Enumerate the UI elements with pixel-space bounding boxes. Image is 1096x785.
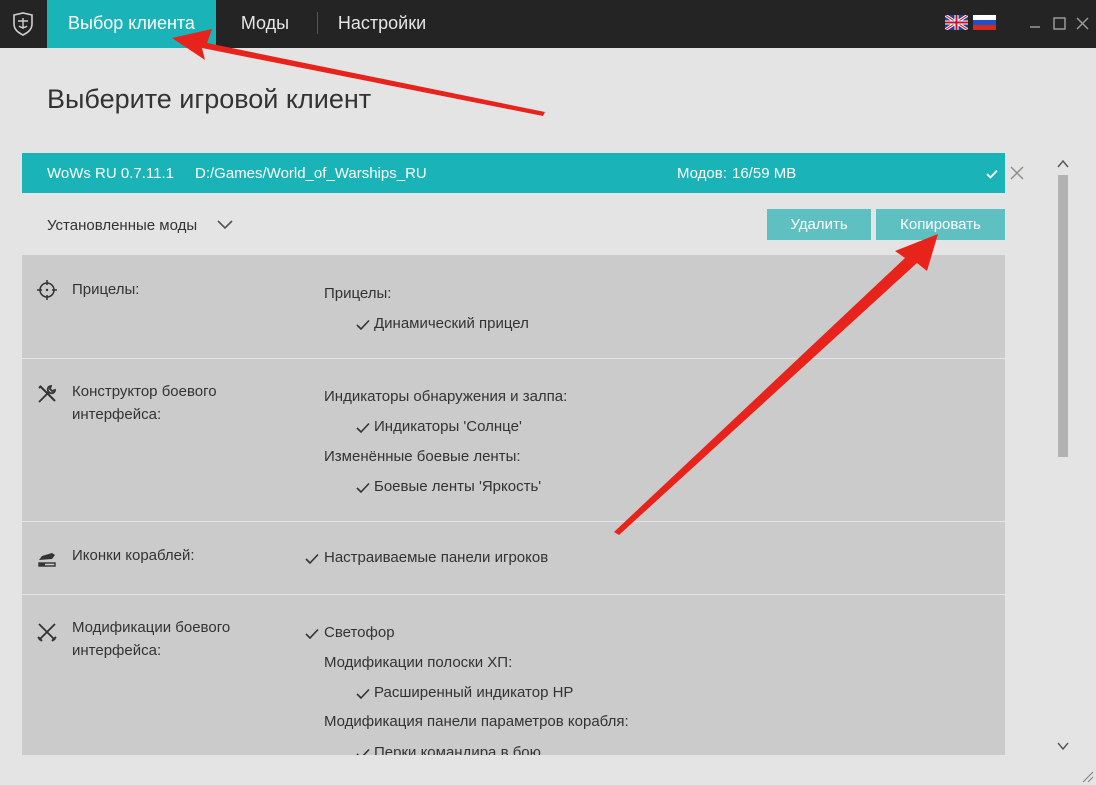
resize-grip-icon[interactable] [1078,767,1094,783]
section-title: Конструктор боевого интерфейса: [72,383,217,423]
section-battle-ui-mods: Модификации боевого интерфейса: Светофор… [22,595,1005,755]
section-title: Модификации боевого интерфейса: [72,619,231,659]
section-ship-icons: Иконки кораблей: Настраиваемые панели иг… [22,522,1005,595]
client-row[interactable]: WoWs RU 0.7.11.1 D:/Games/World_of_Warsh… [22,153,1005,193]
close-window-icon[interactable] [1074,14,1090,32]
mod-item: Расширенный индикатор HP [374,684,574,701]
check-icon [356,687,370,700]
mod-item: Настраиваемые панели игроков [324,549,549,566]
scrollbar[interactable] [1053,153,1073,757]
client-path: D:/Games/World_of_Warships_RU [195,165,427,182]
section-title: Прицелы: [72,281,140,298]
mod-item: Динамический прицел [374,315,529,332]
check-icon [356,318,370,331]
tab-settings[interactable]: Настройки [330,0,434,48]
installed-mods-label[interactable]: Установленные моды [47,217,197,234]
crosshair-icon [36,279,58,301]
mod-group: Прицелы: [324,285,392,302]
chevron-down-icon[interactable] [216,218,234,232]
maximize-icon[interactable] [1051,14,1067,32]
client-name: WoWs RU 0.7.11.1 [47,165,174,182]
tab-mods[interactable]: Моды [226,0,304,48]
mod-group: Модификация панели параметров корабля: [324,713,629,730]
chevron-up-icon[interactable] [1056,157,1070,171]
mods-size: 16/59 MB [732,165,797,182]
swords-icon [36,621,58,643]
tab-client-select[interactable]: Выбор клиента [47,0,216,48]
section-title: Иконки кораблей: [72,547,195,564]
check-icon [356,481,370,494]
copy-button[interactable]: Копировать [876,209,1005,240]
tools-icon [36,383,58,405]
delete-button[interactable]: Удалить [767,209,871,240]
mod-item: Светофор [324,624,395,641]
section-crosshairs: Прицелы: Прицелы: Динамический прицел [22,255,1005,359]
page-title: Выберите игровой клиент [47,84,372,114]
remove-client-icon[interactable] [1009,165,1025,181]
chevron-down-icon[interactable] [1056,739,1070,753]
tab-divider [317,12,318,34]
mod-item: Перки командира в бою [374,744,541,755]
mod-item: Индикаторы 'Солнце' [374,418,522,435]
check-icon [356,747,370,755]
check-icon [356,421,370,434]
mods-panel: Прицелы: Прицелы: Динамический прицел Ко… [22,255,1005,755]
ru-flag-icon[interactable] [973,15,996,30]
minimize-icon[interactable] [1027,14,1043,32]
check-icon [305,627,319,640]
mod-group: Изменённые боевые ленты: [324,448,521,465]
mod-group: Модификации полоски ХП: [324,654,513,671]
mod-item: Боевые ленты 'Яркость' [374,478,542,495]
client-selected-check-icon [986,166,998,183]
ship-icon [36,548,58,570]
mods-label: Модов: [677,165,727,182]
scrollbar-thumb[interactable] [1058,175,1068,457]
title-bar: Выбор клиента Моды Настройки [0,0,1096,48]
uk-flag-icon[interactable] [944,13,969,32]
section-battle-ui-builder: Конструктор боевого интерфейса: Индикато… [22,359,1005,522]
mod-group: Индикаторы обнаружения и залпа: [324,388,568,405]
app-logo-icon [0,0,46,48]
check-icon [305,552,319,565]
